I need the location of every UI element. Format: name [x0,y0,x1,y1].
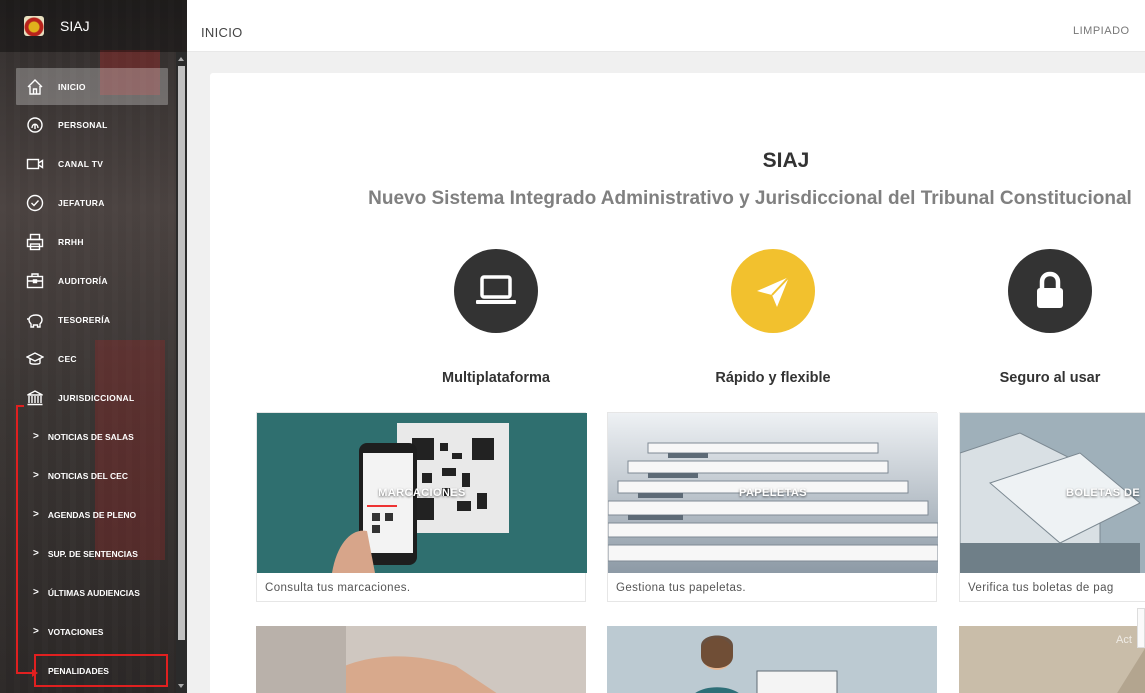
sidebar-item-auditoria[interactable]: AUDITORÍA [16,261,168,300]
feature-seguro: Seguro al usar [950,249,1145,386]
paper-plane-icon [731,249,815,333]
hero-subtitle: Nuevo Sistema Integrado Administrativo y… [368,188,1132,209]
sidebar-subitem-agendas-pleno[interactable]: > AGENDAS DE PLENO [16,495,168,534]
annotation-line [16,405,18,673]
sidebar-subitem-label: VOTACIONES [47,626,104,637]
sidebar-nav: INICIO PERSONAL CANAL TV JEFATURA RRHH A… [16,68,168,687]
sidebar-item-label: JEFATURA [58,197,105,208]
sidebar-item-inicio[interactable]: INICIO [16,68,168,105]
feature-rapido: Rápido y flexible [673,249,873,386]
sidebar-item-tesoreria[interactable]: TESORERÍA [16,300,168,339]
chevron-right-icon: > [33,470,39,481]
sidebar-item-jefatura[interactable]: JEFATURA [16,183,168,222]
annotation-arrow-icon [16,669,38,677]
tile-caption: Gestiona tus papeletas. [616,582,747,594]
sidebar-subitem-noticias-salas[interactable]: > NOTICIAS DE SALAS [16,417,168,456]
feature-multiplataforma: Multiplataforma [396,249,596,386]
home-icon [26,78,44,96]
tile-image: MARCACIONES [257,413,587,573]
chevron-right-icon: > [33,626,39,637]
topbar: INICIO LIMPIADO [187,0,1145,52]
fingerprint-icon [26,116,44,134]
chevron-right-icon: > [33,509,39,520]
sidebar-subitem-penalidades[interactable]: PENALIDADES [34,654,168,687]
sidebar-subitem-sup-sentencias[interactable]: > SUP. DE SENTENCIAS [16,534,168,573]
chevron-right-icon: > [33,587,39,598]
sidebar-item-label: PERSONAL [58,119,108,130]
lock-icon [1008,249,1092,333]
home-card: SIAJ Nuevo Sistema Integrado Administrat… [210,73,1145,693]
hero-title: SIAJ [762,149,810,172]
sidebar-item-label: JURISDICCIONAL [58,392,135,403]
app-title: SIAJ [60,18,90,34]
logo-icon [24,16,44,36]
feature-label: Seguro al usar [999,370,1101,386]
tile-image [256,626,586,693]
side-tab[interactable] [1137,608,1145,648]
sidebar-item-personal[interactable]: PERSONAL [16,105,168,144]
sidebar-item-label: CEC [58,353,77,364]
sidebar-scrollbar[interactable] [176,52,187,693]
sidebar-item-label: AUDITORÍA [58,275,108,286]
sidebar-subitem-noticias-cec[interactable]: > NOTICIAS DEL CEC [16,456,168,495]
piggy-bank-icon [26,311,44,329]
sidebar-item-jurisdiccional[interactable]: JURISDICCIONAL [16,378,168,417]
tile-title: MARCACIONES [378,487,466,499]
tile-caption: Consulta tus marcaciones. [265,582,411,594]
sidebar-item-label: INICIO [58,81,86,92]
tile-image [607,626,937,693]
sidebar: SIAJ INICIO PERSONAL CANAL TV JEFATURA R… [0,0,187,693]
printer-icon [26,233,44,251]
sidebar-item-label: TESORERÍA [58,314,111,325]
sidebar-item-rrhh[interactable]: RRHH [16,222,168,261]
tile-boletas[interactable]: BOLETAS DE Verifica tus boletas de pag [959,412,1145,602]
tile-image: BOLETAS DE [960,413,1145,573]
sidebar-item-canal-tv[interactable]: CANAL TV [16,144,168,183]
tile-papeletas[interactable]: PAPELETAS Gestiona tus papeletas. [607,412,938,602]
chevron-right-icon: > [33,431,39,442]
sidebar-item-cec[interactable]: CEC [16,339,168,378]
check-circle-icon [26,194,44,212]
institution-icon [26,389,44,407]
tile-row2-1[interactable] [256,626,586,693]
annotation-line-top [16,405,24,407]
video-icon [26,155,44,173]
feature-label: Multiplataforma [442,370,550,386]
laptop-icon [454,249,538,333]
topbar-right-link[interactable]: LIMPIADO [1073,25,1130,37]
page-title: INICIO [201,25,243,40]
tile-marcaciones[interactable]: MARCACIONES Consulta tus marcaciones. [256,412,587,602]
sidebar-subitem-votaciones[interactable]: > VOTACIONES [16,612,168,651]
sidebar-subitem-label: NOTICIAS DEL CEC [47,470,128,481]
chevron-right-icon: > [33,548,39,559]
activation-watermark: Act [1116,634,1132,646]
sidebar-subitem-label: SUP. DE SENTENCIAS [47,548,138,559]
feature-label: Rápido y flexible [715,370,831,386]
sidebar-subitem-label: ÚLTIMAS AUDIENCIAS [47,587,140,598]
sidebar-item-label: CANAL TV [58,158,104,169]
scroll-up-icon[interactable] [178,57,184,61]
sidebar-subitem-label: AGENDAS DE PLENO [47,509,137,520]
tile-row2-2[interactable] [607,626,937,693]
briefcase-icon [26,272,44,290]
tile-title: BOLETAS DE [1066,487,1141,499]
sidebar-item-label: RRHH [58,236,84,247]
sidebar-subitem-label: PENALIDADES [48,665,109,676]
main-content: SIAJ Nuevo Sistema Integrado Administrat… [187,52,1145,693]
scroll-down-icon[interactable] [178,684,184,688]
brand[interactable]: SIAJ [0,0,187,52]
sidebar-subitem-ultimas-audiencias[interactable]: > ÚLTIMAS AUDIENCIAS [16,573,168,612]
tile-caption: Verifica tus boletas de pag [968,582,1114,594]
sidebar-subitem-label: NOTICIAS DE SALAS [47,431,134,442]
graduation-cap-icon [26,350,44,368]
scrollbar-thumb[interactable] [178,66,185,640]
tile-image: PAPELETAS [608,413,938,573]
tile-title: PAPELETAS [739,487,807,499]
